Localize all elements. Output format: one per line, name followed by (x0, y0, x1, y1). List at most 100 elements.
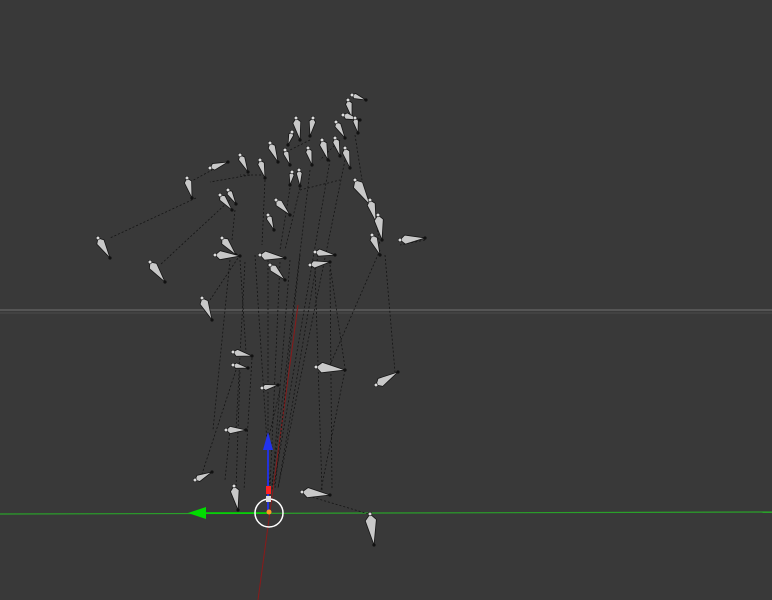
bone-head-joint[interactable] (212, 252, 218, 258)
bone-tail-joint[interactable] (238, 254, 242, 258)
bone-tail-joint[interactable] (276, 383, 280, 387)
bone-tail-joint[interactable] (396, 370, 400, 374)
bone-body[interactable] (269, 264, 286, 281)
bone-tail-joint[interactable] (358, 118, 362, 122)
3d-viewport[interactable] (0, 0, 772, 600)
bone-body[interactable] (148, 261, 166, 283)
bone-body[interactable] (282, 149, 291, 166)
bone[interactable] (230, 348, 254, 358)
bone[interactable] (257, 157, 267, 180)
bone-body[interactable] (259, 250, 286, 261)
bone-body[interactable] (266, 214, 275, 231)
bone-tail-joint[interactable] (288, 163, 292, 167)
bone-tail-joint[interactable] (246, 170, 250, 174)
bone-body[interactable] (334, 121, 346, 139)
bone-tail-joint[interactable] (338, 154, 342, 158)
bone-head-joint[interactable] (95, 235, 101, 241)
bone-tail-joint[interactable] (326, 158, 330, 162)
bone-body[interactable] (209, 161, 229, 171)
bone-head-joint[interactable] (217, 192, 223, 198)
bone-body[interactable] (267, 142, 279, 163)
bone[interactable] (292, 115, 302, 142)
bone-tail-joint[interactable] (210, 470, 214, 474)
bone-tail-joint[interactable] (298, 138, 302, 142)
bone-head-joint[interactable] (184, 175, 190, 181)
bone-head-joint[interactable] (296, 167, 302, 173)
bone-head-joint[interactable] (199, 295, 205, 301)
armature-bones[interactable] (95, 92, 427, 547)
bone-head-joint[interactable] (307, 262, 313, 268)
bone-tail-joint[interactable] (328, 493, 332, 497)
bone-head-joint[interactable] (349, 92, 355, 98)
bone-tail-joint[interactable] (328, 260, 332, 264)
bone-body[interactable] (183, 177, 193, 199)
bone[interactable] (199, 295, 214, 322)
bone-head-joint[interactable] (219, 235, 225, 241)
bone-head-joint[interactable] (282, 147, 288, 153)
bone-head-joint[interactable] (289, 169, 295, 175)
bone-body[interactable] (341, 147, 351, 169)
bone-tail-joint[interactable] (272, 228, 276, 232)
bone[interactable] (192, 470, 214, 483)
bone-body[interactable] (373, 214, 384, 241)
bone-body[interactable] (257, 159, 266, 179)
bone-tail-joint[interactable] (308, 134, 312, 138)
bone-head-joint[interactable] (345, 97, 351, 103)
bone-body[interactable] (314, 248, 336, 257)
bone-tail-joint[interactable] (348, 166, 352, 170)
bone-body[interactable] (352, 117, 359, 134)
bone-head-joint[interactable] (367, 511, 373, 517)
bone-tail-joint[interactable] (310, 163, 314, 167)
bone-body[interactable] (292, 117, 302, 141)
bone-head-joint[interactable] (223, 427, 229, 433)
bone[interactable] (369, 232, 382, 257)
bone-body[interactable] (261, 384, 279, 391)
bone-head-joint[interactable] (230, 349, 236, 355)
bone[interactable] (305, 145, 314, 167)
bone[interactable] (265, 212, 276, 232)
bone-body[interactable] (295, 169, 303, 187)
bone-head-joint[interactable] (289, 129, 295, 135)
bone-head-joint[interactable] (310, 115, 316, 121)
bone-tail-joint[interactable] (283, 278, 287, 282)
bone-tail-joint[interactable] (226, 160, 230, 164)
bone-head-joint[interactable] (319, 137, 325, 143)
bone-body[interactable] (275, 199, 291, 216)
bone-head-joint[interactable] (237, 152, 243, 158)
bone-tail-joint[interactable] (210, 318, 214, 322)
bone-body[interactable] (214, 250, 241, 261)
bone-body[interactable] (232, 362, 249, 369)
bone-head-joint[interactable] (313, 364, 319, 370)
bone-head-joint[interactable] (267, 140, 273, 146)
bone-tail-joint[interactable] (372, 543, 376, 547)
bone-head-joint[interactable] (273, 197, 279, 203)
bone-head-joint[interactable] (352, 115, 358, 121)
bone[interactable] (364, 511, 377, 547)
bone[interactable] (267, 262, 287, 282)
bone[interactable] (299, 487, 332, 499)
bone-tail-joint[interactable] (276, 160, 280, 164)
bone-head-joint[interactable] (352, 177, 358, 183)
bone-body[interactable] (351, 93, 367, 101)
bone-head-joint[interactable] (312, 249, 318, 255)
bone-head-joint[interactable] (342, 145, 348, 151)
bone-tail-joint[interactable] (343, 136, 347, 140)
bone-tail-joint[interactable] (190, 196, 194, 200)
bone[interactable] (267, 140, 280, 164)
bone-tail-joint[interactable] (283, 256, 287, 260)
bone-tail-joint[interactable] (263, 176, 267, 180)
bone[interactable] (95, 235, 112, 260)
bone-tail-joint[interactable] (378, 253, 382, 257)
bone-body[interactable] (353, 179, 371, 206)
bone-head-joint[interactable] (192, 477, 198, 483)
bone-body[interactable] (238, 154, 249, 173)
bone[interactable] (319, 137, 330, 162)
bone[interactable] (230, 483, 240, 512)
bone[interactable] (237, 152, 250, 174)
bone-tail-joint[interactable] (234, 202, 238, 206)
bone-tail-joint[interactable] (343, 368, 347, 372)
bone-head-joint[interactable] (333, 119, 339, 125)
bone-head-joint[interactable] (207, 165, 213, 171)
bone-head-joint[interactable] (373, 382, 379, 388)
bone[interactable] (308, 115, 317, 138)
